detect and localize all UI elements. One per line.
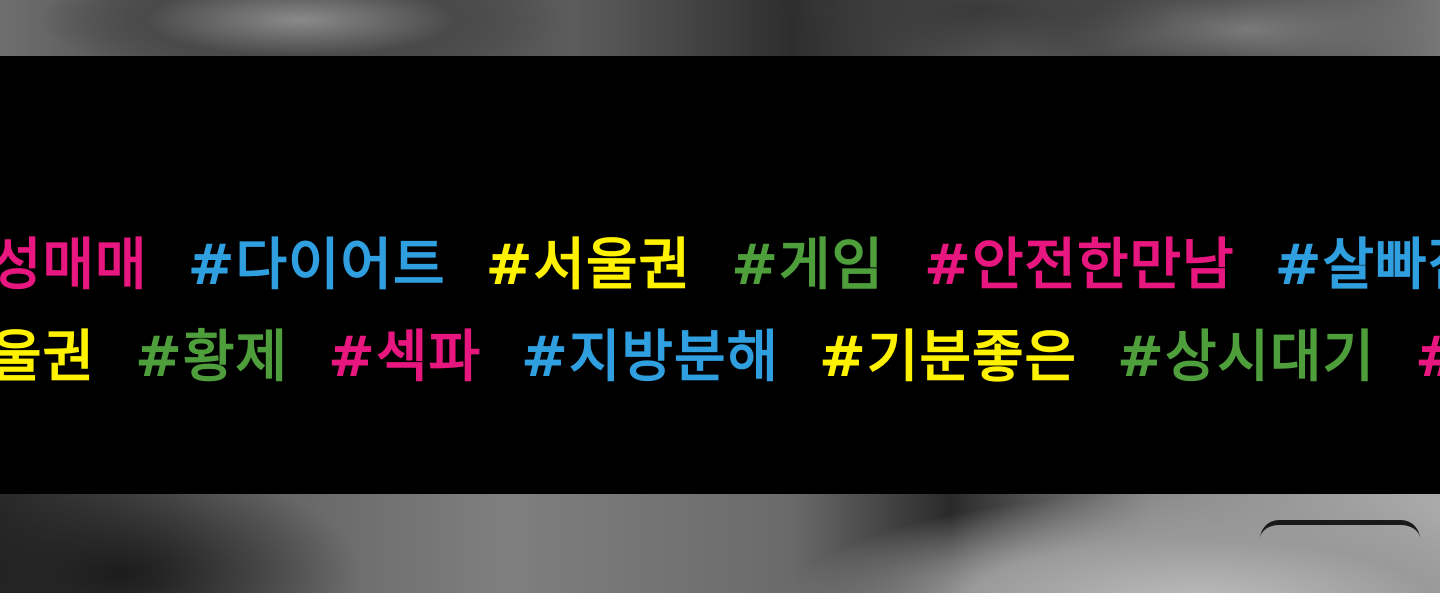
hashtag-row-2: 울권 #황제 #섹파 #지방분해 #기분좋은 #상시대기 #바 <box>0 326 1440 390</box>
background-photo-eye <box>1260 520 1420 539</box>
hashtag-banner-stage: 성매매 #다이어트 #서울권 #게임 #안전한만남 #살빠짐 울권 #황제 #섹파 #지방분해 #… <box>0 0 1440 593</box>
hashtag: #다이어트 <box>187 233 446 298</box>
hashtag: 성매매 <box>0 233 148 298</box>
hashtag: #지방분해 <box>520 325 779 390</box>
hashtag: 울권 <box>0 325 96 390</box>
hashtag: #서울권 <box>485 233 692 298</box>
hashtag: #바 <box>1415 326 1440 390</box>
hashtag: #안전한만남 <box>924 233 1235 298</box>
background-photo-top <box>0 0 1440 56</box>
hashtag: #섹파 <box>328 325 481 390</box>
background-photo-bottom <box>0 494 1440 593</box>
hashtag: #기분좋은 <box>819 325 1078 390</box>
hashtag: #상시대기 <box>1117 325 1376 390</box>
hashtag-row-1: 성매매 #다이어트 #서울권 #게임 #안전한만남 #살빠짐 <box>0 234 1440 298</box>
hashtag: #살빠짐 <box>1274 233 1440 298</box>
hashtag: #황제 <box>135 325 289 390</box>
hashtag: #게임 <box>731 233 885 298</box>
